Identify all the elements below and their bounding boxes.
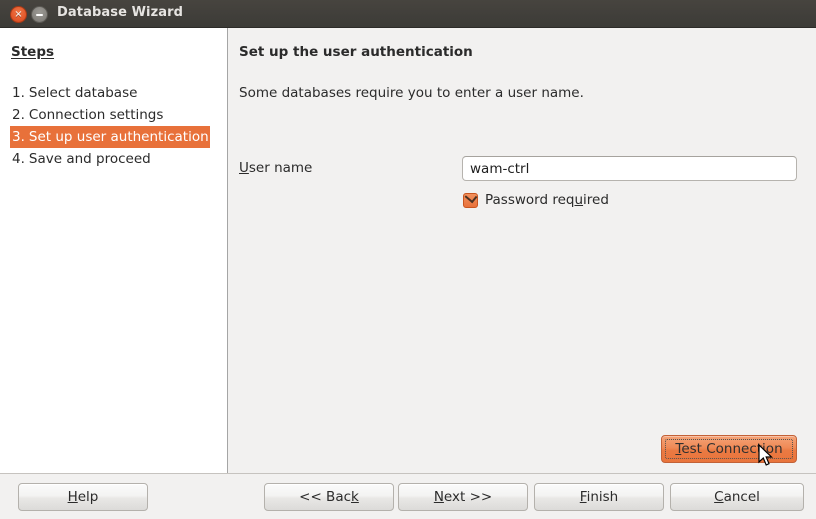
username-label-rest: ser name — [249, 160, 312, 176]
page-title: Set up the user authentication — [239, 44, 473, 60]
sidebar-step-2[interactable]: 2.Connection settings — [10, 104, 220, 126]
next-label-after: ext >> — [444, 489, 492, 505]
help-label-mnemonic: H — [68, 489, 78, 505]
checkmark-icon — [465, 190, 478, 203]
username-input[interactable] — [462, 156, 797, 181]
minimize-icon[interactable] — [31, 6, 48, 23]
step-label: Set up user authentication — [29, 129, 209, 145]
sidebar-step-3-active[interactable]: 3.Set up user authentication — [10, 126, 210, 148]
help-label-after: elp — [78, 489, 99, 505]
password-required-label: Password required — [485, 192, 609, 208]
password-required-row[interactable]: Password required — [463, 190, 609, 210]
close-icon[interactable]: × — [10, 6, 27, 23]
back-button[interactable]: << Back — [264, 483, 394, 511]
password-required-label-mnemonic: u — [574, 192, 583, 208]
step-number: 4. — [12, 148, 25, 170]
username-label-mnemonic: U — [239, 160, 249, 176]
sidebar-step-4[interactable]: 4.Save and proceed — [10, 148, 220, 170]
cancel-label-after: ancel — [724, 489, 760, 505]
cancel-label-mnemonic: C — [714, 489, 723, 505]
password-required-label-before: Password req — [485, 192, 574, 208]
steps-heading: Steps — [11, 44, 54, 60]
cancel-button[interactable]: Cancel — [670, 483, 804, 511]
dialog-action-bar: Help << Back Next >> Finish Cancel — [0, 473, 816, 519]
page-description: Some databases require you to enter a us… — [239, 85, 584, 101]
steps-list: 1.Select database 2.Connection settings … — [10, 82, 220, 170]
step-number: 1. — [12, 82, 25, 104]
database-wizard-window: × Database Wizard Steps 1.Select databas… — [0, 0, 816, 519]
password-required-label-after: ired — [583, 192, 609, 208]
password-required-checkbox[interactable] — [463, 193, 478, 208]
steps-sidebar: Steps 1.Select database 2.Connection set… — [0, 28, 228, 473]
wizard-content: Steps 1.Select database 2.Connection set… — [0, 28, 816, 473]
finish-label-after: inish — [587, 489, 619, 505]
main-panel: Set up the user authentication Some data… — [229, 28, 816, 473]
next-button[interactable]: Next >> — [398, 483, 528, 511]
step-number: 3. — [12, 126, 25, 148]
finish-button[interactable]: Finish — [534, 483, 664, 511]
next-label-mnemonic: N — [434, 489, 444, 505]
window-title: Database Wizard — [57, 5, 183, 20]
test-connection-label: Test Connection — [675, 441, 782, 457]
step-label: Select database — [29, 85, 138, 101]
window-titlebar: × Database Wizard — [0, 0, 816, 28]
test-connection-rest: est Connection — [681, 441, 782, 457]
username-label: User name — [239, 160, 312, 176]
step-label: Save and proceed — [29, 151, 151, 167]
help-button[interactable]: Help — [18, 483, 148, 511]
step-number: 2. — [12, 104, 25, 126]
back-label-before: << Bac — [299, 489, 351, 505]
step-label: Connection settings — [29, 107, 164, 123]
back-label-mnemonic: k — [351, 489, 359, 505]
sidebar-step-1[interactable]: 1.Select database — [10, 82, 220, 104]
test-connection-button[interactable]: Test Connection — [661, 435, 797, 463]
finish-label-mnemonic: F — [580, 489, 587, 505]
